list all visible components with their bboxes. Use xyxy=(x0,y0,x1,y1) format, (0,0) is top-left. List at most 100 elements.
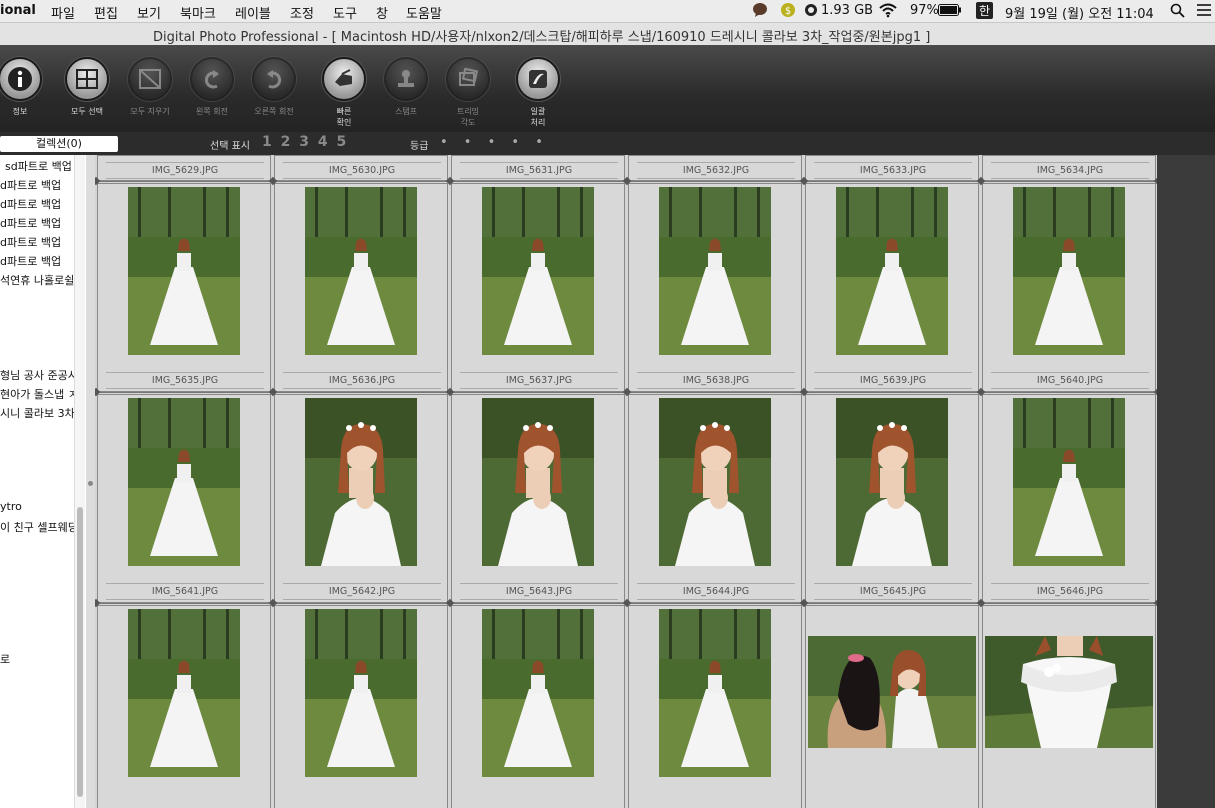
rotate-right-button[interactable]: 오른쪽 회전 xyxy=(239,57,309,117)
dollar-icon[interactable]: $ xyxy=(780,2,796,22)
quick-check-button[interactable]: 빠른 확인 xyxy=(309,57,379,128)
folder-item[interactable]: d파트로 백업 xyxy=(0,215,61,231)
thumbnail-cell[interactable]: IMG_5635.JPG xyxy=(97,183,271,392)
battery-percent[interactable]: 97% xyxy=(910,3,939,18)
menu-file[interactable]: 파일 xyxy=(51,3,75,22)
thumbnail-cell[interactable] xyxy=(274,605,448,808)
folder-item[interactable]: d파트로 백업 xyxy=(0,196,61,212)
thumbnail-cell[interactable]: IMG_5634.JPG xyxy=(982,155,1156,181)
thumbnail-image[interactable] xyxy=(305,187,417,355)
app-menu[interactable]: ional xyxy=(0,3,36,18)
scrollbar-thumb[interactable] xyxy=(77,507,83,797)
chat-icon[interactable] xyxy=(752,2,768,21)
trim-button[interactable]: 트리밍 각도 xyxy=(433,57,503,128)
rating-dots[interactable]: • • • • • xyxy=(440,135,549,150)
clear-all-button[interactable]: 모두 지우기 xyxy=(115,57,185,117)
thumbnail-cell[interactable]: IMG_5646.JPG xyxy=(982,394,1156,603)
thumbnail-image[interactable] xyxy=(836,398,948,566)
menu-edit[interactable]: 편집 xyxy=(94,3,118,22)
thumbnail-image[interactable] xyxy=(305,398,417,566)
menu-view[interactable]: 보기 xyxy=(137,3,161,22)
thumbnail-cell[interactable]: IMG_5638.JPG xyxy=(628,183,802,392)
thumbnail-cell[interactable]: IMG_5645.JPG xyxy=(805,394,979,603)
toolbar: 정보 모두 선택 모두 지우기 왼쪽 회전 오른쪽 회전 빠른 확인 스탬프 트… xyxy=(0,45,1215,133)
thumbnail-cell[interactable]: IMG_5644.JPG xyxy=(628,394,802,603)
folder-item[interactable]: d파트로 백업 xyxy=(0,253,61,269)
thumbnail-cell[interactable] xyxy=(982,605,1156,808)
stamp-label: 스탬프 xyxy=(394,107,418,116)
folder-item[interactable]: 석연휴 나홀로쉴 xyxy=(0,272,74,288)
thumbnail-filename: IMG_5634.JPG xyxy=(991,162,1149,179)
menu-label[interactable]: 레이블 xyxy=(235,3,271,22)
thumbnail-filename: IMG_5632.JPG xyxy=(637,162,795,179)
search-icon[interactable] xyxy=(1170,3,1185,22)
battery-icon[interactable] xyxy=(938,4,962,20)
thumbnail-cell[interactable]: IMG_5639.JPG xyxy=(805,183,979,392)
thumbnail-image[interactable] xyxy=(659,609,771,777)
folder-item[interactable]: sd파트로 백업 xyxy=(5,158,72,174)
thumbnail-cell[interactable]: IMG_5640.JPG xyxy=(982,183,1156,392)
thumbnail-cell[interactable]: IMG_5632.JPG xyxy=(628,155,802,181)
folder-item[interactable]: 이 친구 셀프웨딩 xyxy=(0,519,78,535)
menu-list-icon[interactable] xyxy=(1196,3,1212,21)
thumbnail-image[interactable] xyxy=(128,187,240,355)
thumbnail-image[interactable] xyxy=(659,187,771,355)
menu-bar: ional 파일 편집 보기 북마크 레이블 조정 도구 창 도움말 $ 1.9… xyxy=(0,0,1215,23)
stamp-button[interactable]: 스탬프 xyxy=(371,57,441,117)
folder-scrollbar[interactable] xyxy=(74,155,85,808)
menu-adjust[interactable]: 조정 xyxy=(290,3,314,22)
folder-item[interactable]: 로 xyxy=(0,651,10,667)
thumbnail-cell[interactable] xyxy=(451,605,625,808)
splitter-handle[interactable] xyxy=(88,481,93,486)
thumbnail-cell[interactable]: IMG_5636.JPG xyxy=(274,183,448,392)
thumbnail-image[interactable] xyxy=(482,187,594,355)
selection-mark-label: 선택 표시 xyxy=(210,141,250,152)
thumbnail-image[interactable] xyxy=(1013,398,1125,566)
thumbnail-image[interactable] xyxy=(305,609,417,777)
thumbnail-cell[interactable]: IMG_5643.JPG xyxy=(451,394,625,603)
stamp-icon xyxy=(384,57,428,101)
menu-window[interactable]: 창 xyxy=(376,3,388,22)
thumbnail-cell[interactable]: IMG_5633.JPG xyxy=(805,155,979,181)
thumbnail-cell[interactable] xyxy=(805,605,979,808)
thumbnail-image[interactable] xyxy=(808,636,976,748)
thumbnail-filename: IMG_5640.JPG xyxy=(991,372,1149,389)
thumbnail-cell[interactable]: IMG_5631.JPG xyxy=(451,155,625,181)
thumbnail-image[interactable] xyxy=(128,398,240,566)
thumbnail-image[interactable] xyxy=(659,398,771,566)
info-button[interactable]: 정보 xyxy=(0,57,55,117)
thumbnail-cell[interactable] xyxy=(97,605,271,808)
thumbnail-image[interactable] xyxy=(985,636,1153,748)
batch-button[interactable]: 일괄 처리 xyxy=(503,57,573,128)
thumbnail-cell[interactable]: IMG_5637.JPG xyxy=(451,183,625,392)
thumbnail-image[interactable] xyxy=(1013,187,1125,355)
rotate-left-label: 왼쪽 회전 xyxy=(196,107,228,116)
menu-help[interactable]: 도움말 xyxy=(406,3,442,22)
menu-tools[interactable]: 도구 xyxy=(333,3,357,22)
thumbnail-cell[interactable] xyxy=(628,605,802,808)
trim-label: 트리밍 각도 xyxy=(456,107,480,127)
thumbnail-cell[interactable]: IMG_5642.JPG xyxy=(274,394,448,603)
folder-item[interactable]: d파트로 백업 xyxy=(0,177,61,193)
thumbnail-cell[interactable]: IMG_5641.JPG xyxy=(97,394,271,603)
thumbnail-cell[interactable]: IMG_5630.JPG xyxy=(274,155,448,181)
menu-bookmark[interactable]: 북마크 xyxy=(180,3,216,22)
folder-item[interactable]: ytro xyxy=(0,500,22,513)
folder-item[interactable]: 현아가 돌스냅 ㅈ xyxy=(0,386,78,402)
thumbnail-image[interactable] xyxy=(482,398,594,566)
folder-item[interactable]: 형님 공사 준공시 xyxy=(0,367,78,383)
selection-mark-numbers[interactable]: 1 2 3 4 5 xyxy=(262,134,348,150)
collection-tab[interactable]: 컬렉션(0) xyxy=(0,136,118,152)
thumbnail-image[interactable] xyxy=(836,187,948,355)
thumbnail-cell[interactable]: IMG_5629.JPG xyxy=(97,155,271,181)
folder-item[interactable]: d파트로 백업 xyxy=(0,234,61,250)
select-all-button[interactable]: 모두 선택 xyxy=(52,57,122,117)
memory-readout[interactable]: 1.93 GB xyxy=(821,3,873,18)
input-method-indicator[interactable]: 한 xyxy=(976,2,994,19)
folder-item[interactable]: 시니 콜라보 3차 xyxy=(0,405,75,421)
wifi-icon[interactable] xyxy=(878,2,898,22)
thumbnail-image[interactable] xyxy=(128,609,240,777)
rotate-left-button[interactable]: 왼쪽 회전 xyxy=(177,57,247,117)
thumbnail-image[interactable] xyxy=(482,609,594,777)
clock[interactable]: 9월 19일 (월) 오전 11:04 xyxy=(1005,3,1154,22)
